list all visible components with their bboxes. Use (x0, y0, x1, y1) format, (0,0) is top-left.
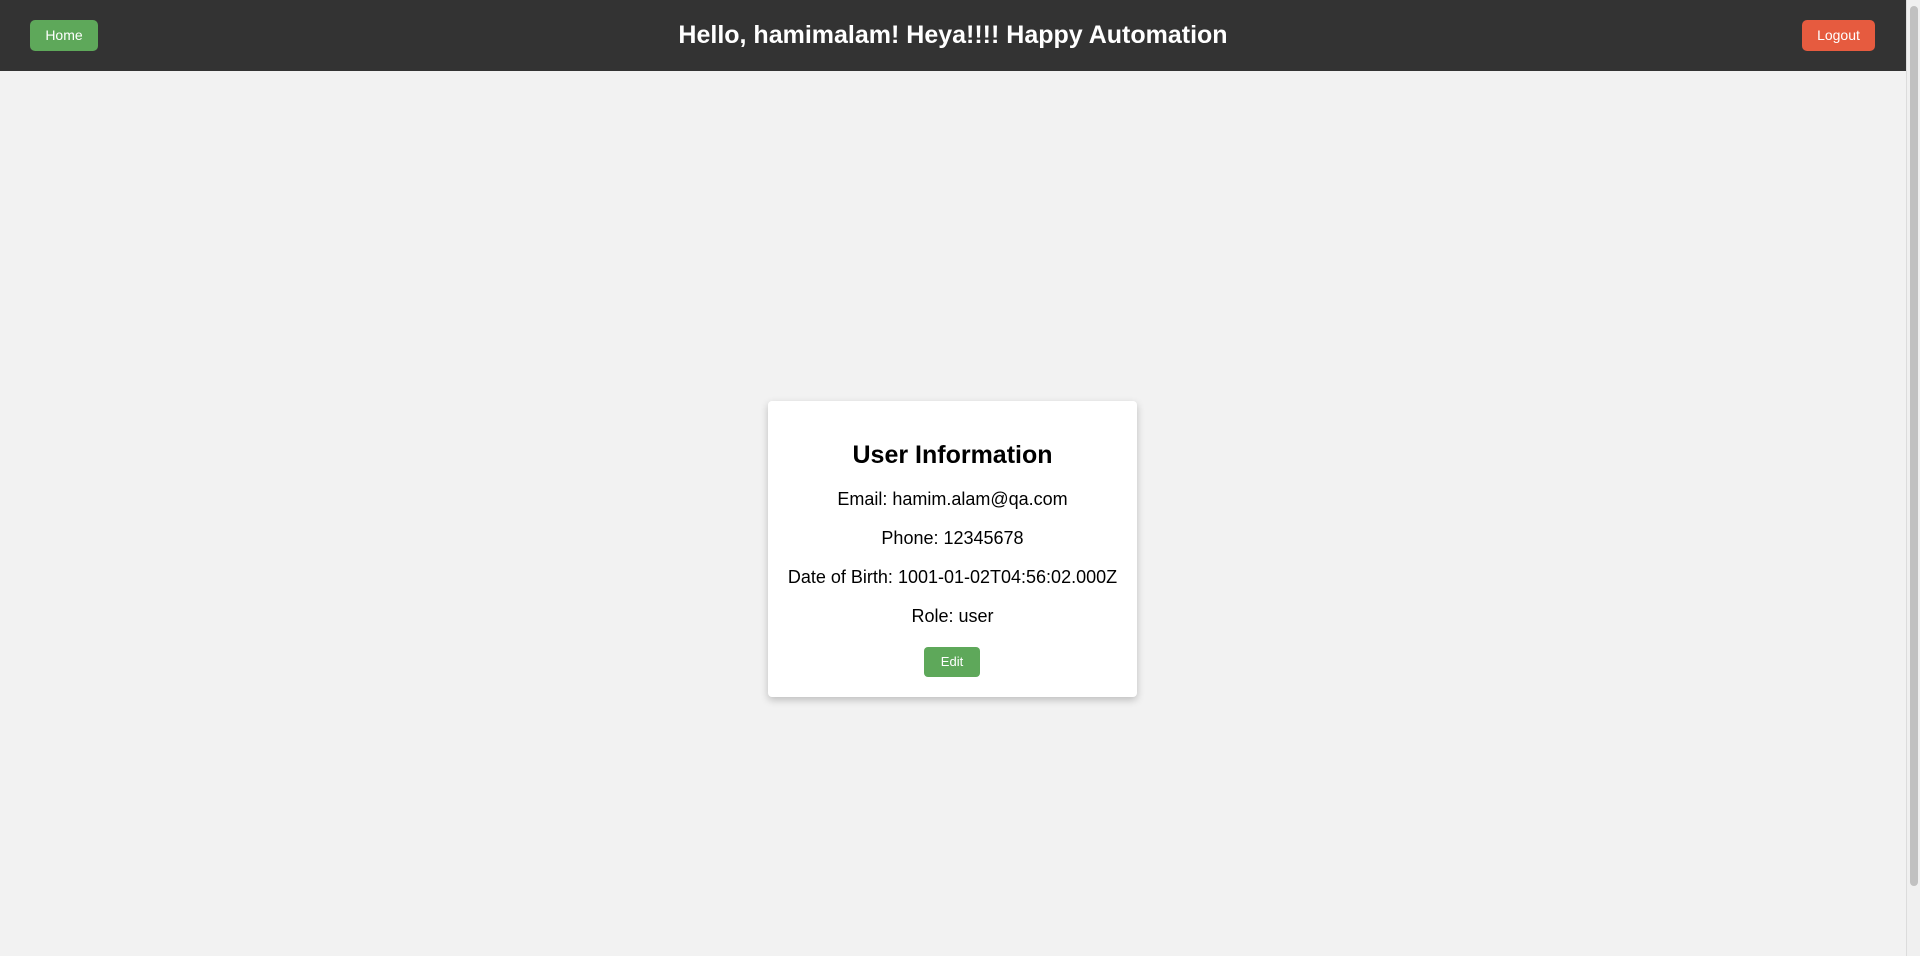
scrollbar-thumb[interactable] (1910, 6, 1918, 886)
top-navbar: Home Hello, hamimalam! Heya!!!! Happy Au… (0, 0, 1906, 71)
user-information-card: User Information Email: hamim.alam@qa.co… (768, 401, 1137, 697)
page: Home Hello, hamimalam! Heya!!!! Happy Au… (0, 0, 1920, 956)
email-text: Email: hamim.alam@qa.com (837, 489, 1068, 509)
date-of-birth-text: Date of Birth: 1001-01-02T04:56:02.000Z (787, 567, 1118, 587)
phone-text: Phone: 12345678 (881, 528, 1024, 548)
edit-button[interactable]: Edit (924, 647, 980, 677)
greeting-title: Hello, hamimalam! Heya!!!! Happy Automat… (678, 21, 1228, 49)
role-text: Role: user (911, 606, 994, 626)
card-title: User Information (852, 441, 1053, 469)
logout-button[interactable]: Logout (1802, 20, 1875, 51)
vertical-scrollbar[interactable] (1906, 0, 1920, 956)
